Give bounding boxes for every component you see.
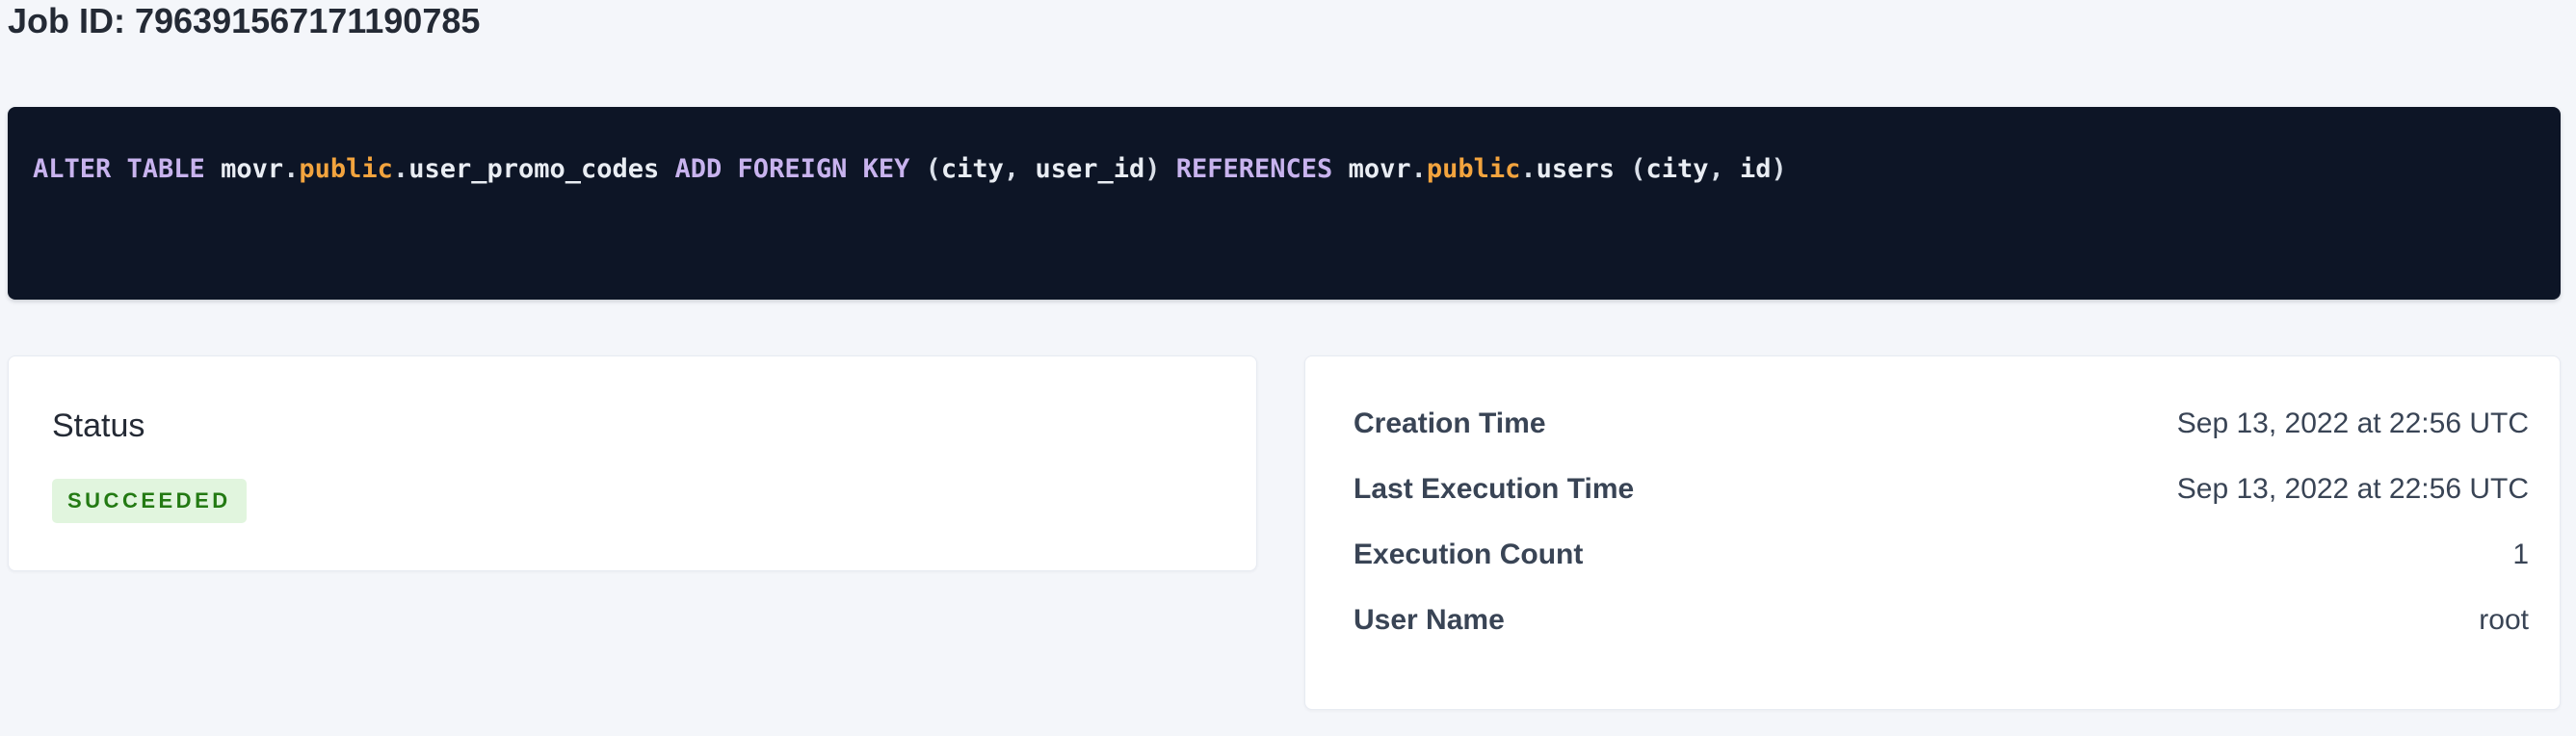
detail-value: root [2479, 604, 2529, 637]
sql-token-kw: REFERENCES [1176, 154, 1349, 184]
sql-token-punct: , [1709, 154, 1741, 184]
sql-token-punct: . [1411, 154, 1427, 184]
detail-label: User Name [1354, 604, 1505, 637]
detail-row: Execution Count 1 [1354, 522, 2529, 588]
detail-label: Creation Time [1354, 407, 1546, 440]
sql-token-id: city [941, 154, 1004, 184]
sql-token-punct: ) [1772, 154, 1787, 184]
detail-label: Execution Count [1354, 539, 1583, 571]
sql-token-id: user_id [1035, 154, 1144, 184]
sql-token-punct: . [393, 154, 408, 184]
detail-value: Sep 13, 2022 at 22:56 UTC [2177, 473, 2529, 506]
sql-token-kw: ADD FOREIGN KEY [675, 154, 926, 184]
sql-token-id: id [1740, 154, 1772, 184]
detail-label: Last Execution Time [1354, 473, 1634, 506]
sql-token-id: city [1645, 154, 1708, 184]
sql-token-punct: . [283, 154, 299, 184]
details-rows: Creation TimeSep 13, 2022 at 22:56 UTCLa… [1354, 391, 2529, 653]
details-card: Creation TimeSep 13, 2022 at 22:56 UTCLa… [1304, 355, 2561, 710]
status-badge: SUCCEEDED [52, 479, 247, 523]
sql-token-id: movr [221, 154, 283, 184]
sql-statement: ALTER TABLE movr.public.user_promo_codes… [33, 153, 2536, 186]
status-card: Status SUCCEEDED [8, 355, 1257, 571]
sql-token-punct: ( [1630, 154, 1645, 184]
sql-token-punct: . [1520, 154, 1536, 184]
page-title-job-id: Job ID: 796391567171190785 [8, 0, 2561, 42]
sql-token-punct: ( [926, 154, 941, 184]
detail-row: Last Execution Time Sep 13, 2022 at 22:56… [1354, 457, 2529, 522]
detail-row: Creation Time Sep 13, 2022 at 22:56 UTC [1354, 391, 2529, 457]
detail-row: User Name root [1354, 588, 2529, 653]
detail-value: Sep 13, 2022 at 22:56 UTC [2177, 407, 2529, 440]
sql-token-punct: ) [1144, 154, 1176, 184]
status-card-title: Status [52, 407, 1213, 445]
sql-token-schema: public [1427, 154, 1521, 184]
sql-statement-box: ALTER TABLE movr.public.user_promo_codes… [8, 107, 2561, 300]
sql-token-kw: ALTER TABLE [33, 154, 221, 184]
job-details-page: Job ID: 796391567171190785 ALTER TABLE m… [0, 0, 2576, 710]
sql-token-id: user_promo_codes [408, 154, 674, 184]
sql-token-punct: , [1004, 154, 1036, 184]
sql-token-schema: public [299, 154, 393, 184]
detail-value: 1 [2512, 539, 2529, 571]
summary-cards: Status SUCCEEDED Creation Time Sep 13, 20… [8, 355, 2561, 710]
sql-token-id: movr [1349, 154, 1411, 184]
sql-token-id: users [1537, 154, 1631, 184]
